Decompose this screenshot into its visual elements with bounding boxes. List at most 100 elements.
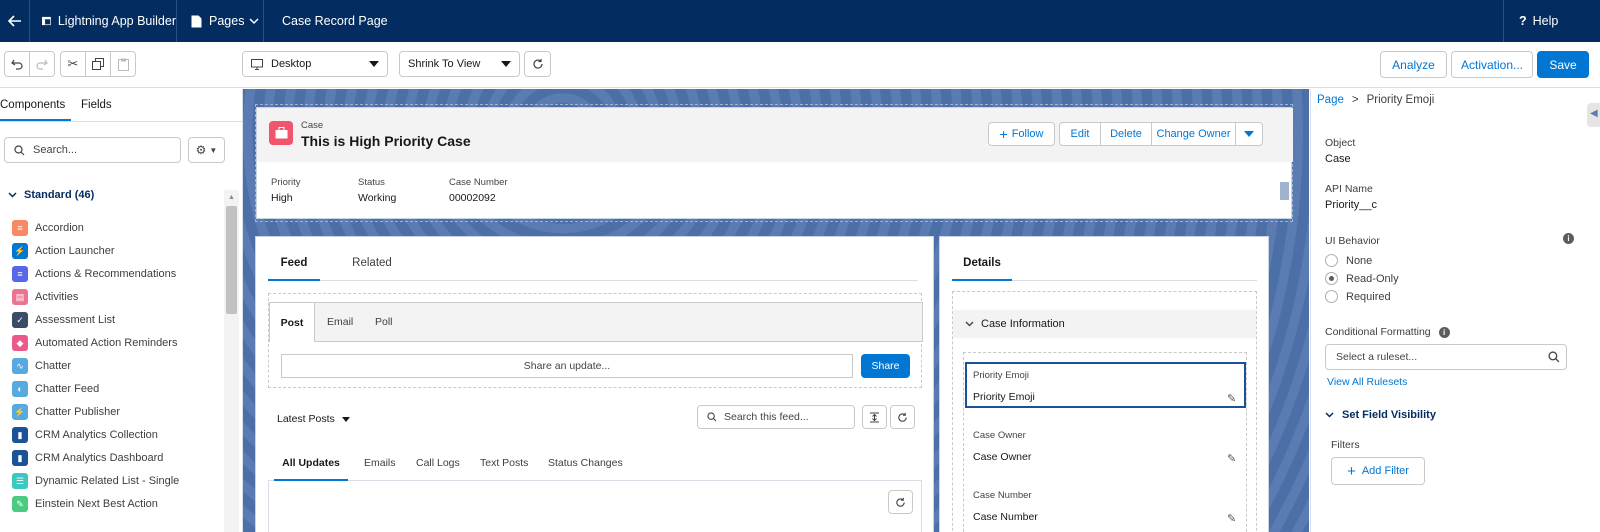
add-filter-button[interactable]: + Add Filter (1331, 457, 1425, 485)
component-item[interactable]: ✎ Einstein Next Best Action (12, 494, 158, 514)
feed-search-input[interactable]: Search this feed... (697, 405, 855, 429)
highlights-region[interactable]: Case This is High Priority Case + Follow… (255, 104, 1293, 222)
component-item[interactable]: ◆ Automated Action Reminders (12, 333, 177, 353)
component-search-input[interactable]: Search... (4, 137, 181, 163)
info-icon[interactable]: i (1563, 233, 1574, 244)
activation-button[interactable]: Activation... (1451, 51, 1533, 78)
component-item[interactable]: ∿ Chatter (12, 356, 71, 376)
delete-button[interactable]: Delete (1100, 122, 1152, 146)
back-button[interactable] (0, 0, 30, 42)
ruleset-search-input[interactable]: Select a ruleset... (1325, 344, 1567, 370)
component-item[interactable]: ▮ CRM Analytics Collection (12, 425, 158, 445)
scrollbar-thumb[interactable] (226, 206, 237, 314)
field-case-number[interactable]: Case Number Case Number ✎ (965, 482, 1246, 528)
tab-post[interactable]: Post (269, 302, 315, 342)
follow-button[interactable]: + Follow (988, 122, 1055, 146)
component-label: Automated Action Reminders (35, 337, 178, 349)
component-icon: ∿ (12, 358, 28, 374)
tab-components[interactable]: Components (0, 89, 71, 121)
copy-button[interactable] (85, 51, 111, 77)
breadcrumb-page-link[interactable]: Page (1317, 94, 1344, 106)
help-link[interactable]: ? Help (1503, 0, 1600, 42)
radio-read-only[interactable]: Read-Only (1325, 272, 1399, 285)
tab-related[interactable]: Related (344, 251, 400, 281)
search-icon (707, 412, 717, 422)
feed-search-placeholder: Search this feed... (724, 411, 809, 423)
undo-button[interactable] (4, 51, 30, 77)
standard-section-header[interactable]: Standard (46) (8, 189, 94, 201)
chevron-down-icon (1325, 412, 1334, 418)
edit-button[interactable]: Edit (1059, 122, 1101, 146)
publisher-region[interactable]: Post Email Poll Share an update... Share (268, 293, 923, 388)
radio-none[interactable]: None (1325, 254, 1372, 267)
component-item[interactable]: ≡ Accordion (12, 218, 84, 238)
component-item[interactable]: ⚡ Chatter Publisher (12, 402, 120, 422)
share-button[interactable]: Share (861, 354, 910, 378)
device-select[interactable]: Desktop (242, 51, 388, 77)
component-item[interactable]: ◐ Chatter Feed (12, 379, 99, 399)
tab-fields[interactable]: Fields (81, 89, 121, 121)
tab-fields-label: Fields (81, 99, 112, 111)
component-item[interactable]: ▮ CRM Analytics Dashboard (12, 448, 163, 468)
plus-icon: + (999, 126, 1008, 142)
details-column[interactable]: Details Case Information Priority Emoji … (939, 236, 1269, 532)
refresh-button[interactable] (524, 51, 551, 77)
analyze-button[interactable]: Analyze (1380, 51, 1447, 78)
radio-required[interactable]: Required (1325, 290, 1391, 303)
case-information-section[interactable]: Case Information (953, 310, 1256, 338)
record-detail-region[interactable]: Case Information Priority Emoji Priority… (952, 291, 1257, 532)
back-arrow-icon (7, 15, 21, 27)
change-owner-button[interactable]: Change Owner (1151, 122, 1236, 146)
refresh-feed-items-button[interactable] (888, 490, 913, 514)
collapse-feed-button[interactable] (862, 405, 887, 429)
component-label: Chatter Publisher (35, 406, 120, 418)
paste-button[interactable] (110, 51, 136, 77)
pencil-icon[interactable]: ✎ (1227, 392, 1236, 405)
scroll-up-arrow-icon[interactable]: ▲ (224, 190, 239, 204)
scrollbar-track[interactable]: ▲ (224, 190, 239, 532)
field-case-owner[interactable]: Case Owner Case Owner ✎ (965, 422, 1246, 468)
sort-dropdown[interactable]: Latest Posts (277, 413, 350, 425)
help-icon: ? (1519, 14, 1527, 28)
region-handle[interactable] (1280, 182, 1289, 200)
share-update-input[interactable]: Share an update... (281, 354, 853, 378)
component-label: Accordion (35, 222, 84, 234)
feed-column[interactable]: Feed Related Post Email Poll Share an up… (255, 236, 934, 532)
tab-email[interactable]: Email (327, 303, 353, 341)
tab-details-label: Details (963, 257, 1001, 269)
component-item[interactable]: ▤ Activities (12, 287, 78, 307)
tab-status-changes[interactable]: Status Changes (548, 447, 623, 481)
set-field-visibility-header[interactable]: Set Field Visibility (1325, 409, 1436, 421)
settings-menu-button[interactable]: ⚙ ▼ (188, 137, 225, 163)
page-icon (191, 15, 202, 27)
collapse-panel-button[interactable]: ◀ (1587, 103, 1600, 127)
component-item[interactable]: ☰ Dynamic Related List - Single (12, 471, 179, 491)
pencil-icon[interactable]: ✎ (1227, 512, 1236, 525)
share-label: Share (871, 360, 900, 372)
tab-poll-label: Poll (375, 316, 393, 328)
object-label: Object (1325, 137, 1356, 149)
tab-poll[interactable]: Poll (375, 303, 393, 341)
tab-all-updates[interactable]: All Updates (274, 447, 348, 481)
tab-emails[interactable]: Emails (364, 447, 396, 481)
save-button[interactable]: Save (1537, 51, 1589, 78)
app-builder-title: Lightning App Builder (30, 0, 177, 42)
pencil-icon[interactable]: ✎ (1227, 452, 1236, 465)
view-mode-select[interactable]: Shrink To View (399, 51, 520, 77)
cut-button[interactable]: ✂ (60, 51, 86, 77)
more-actions-button[interactable] (1235, 122, 1263, 146)
component-item[interactable]: ✓ Assessment List (12, 310, 115, 330)
component-item[interactable]: ⚡ Action Launcher (12, 241, 115, 261)
tab-text-posts[interactable]: Text Posts (480, 447, 528, 481)
highlights-panel[interactable]: Case This is High Priority Case + Follow… (256, 107, 1293, 219)
field-priority-emoji[interactable]: Priority Emoji Priority Emoji ✎ (965, 362, 1246, 408)
redo-button[interactable] (29, 51, 55, 77)
tab-call-logs[interactable]: Call Logs (416, 447, 460, 481)
component-item[interactable]: ≡ Actions & Recommendations (12, 264, 176, 284)
pages-menu[interactable]: Pages (177, 0, 264, 42)
info-icon[interactable]: i (1438, 326, 1450, 338)
refresh-feed-button[interactable] (890, 405, 915, 429)
view-all-rulesets-link[interactable]: View All Rulesets (1327, 376, 1407, 388)
tab-feed[interactable]: Feed (268, 251, 320, 281)
tab-details[interactable]: Details (952, 251, 1012, 281)
